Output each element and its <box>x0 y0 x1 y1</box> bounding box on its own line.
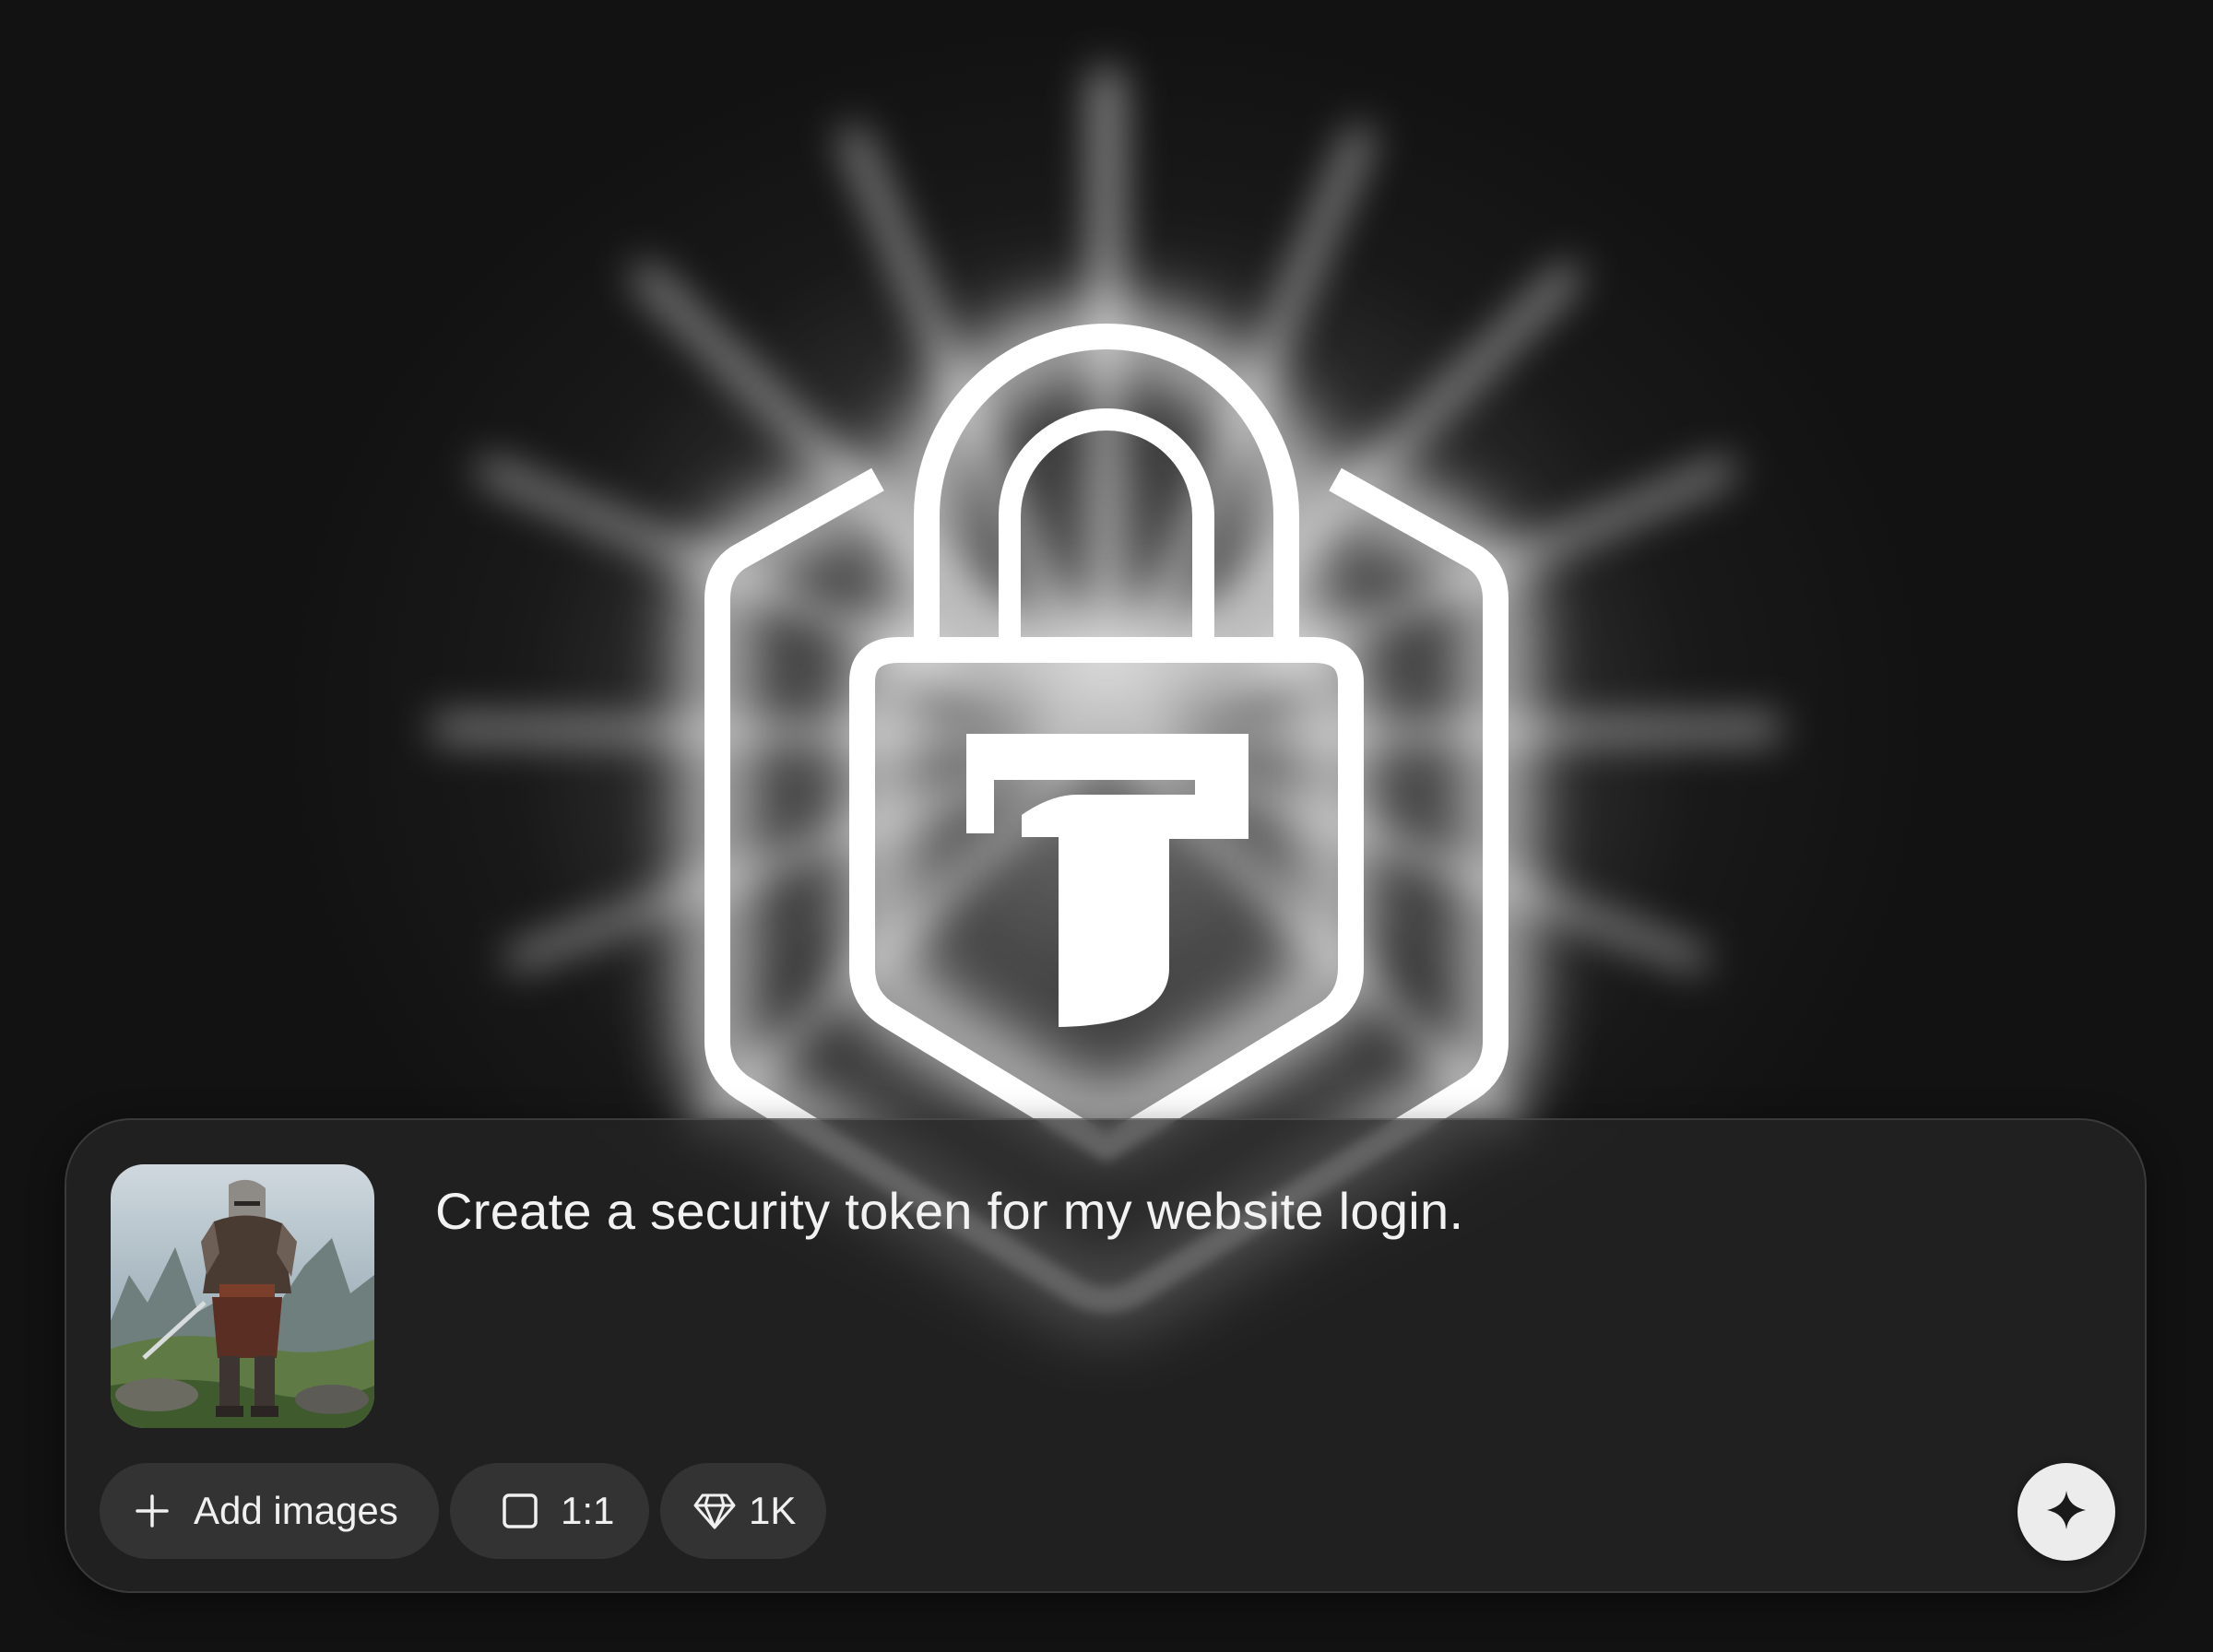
diamond-icon <box>693 1493 736 1529</box>
generate-button[interactable] <box>2018 1463 2115 1561</box>
aspect-ratio-label: 1:1 <box>561 1489 615 1532</box>
attached-image-thumbnail[interactable] <box>111 1164 374 1428</box>
square-icon <box>502 1493 538 1529</box>
add-images-button[interactable]: Add images <box>100 1463 439 1559</box>
add-images-label: Add images <box>194 1489 398 1532</box>
plus-icon <box>135 1493 170 1528</box>
sparkle-icon <box>2045 1489 2088 1536</box>
resolution-button[interactable]: 1K <box>660 1463 826 1559</box>
aspect-ratio-button[interactable]: 1:1 <box>450 1463 649 1559</box>
knight-thumbnail-image <box>111 1164 374 1428</box>
prompt-composer: Create a security token for my website l… <box>65 1118 2147 1593</box>
resolution-label: 1K <box>749 1489 797 1532</box>
app-canvas: Create a security token for my website l… <box>0 0 2213 1652</box>
prompt-input[interactable]: Create a security token for my website l… <box>435 1181 1463 1242</box>
